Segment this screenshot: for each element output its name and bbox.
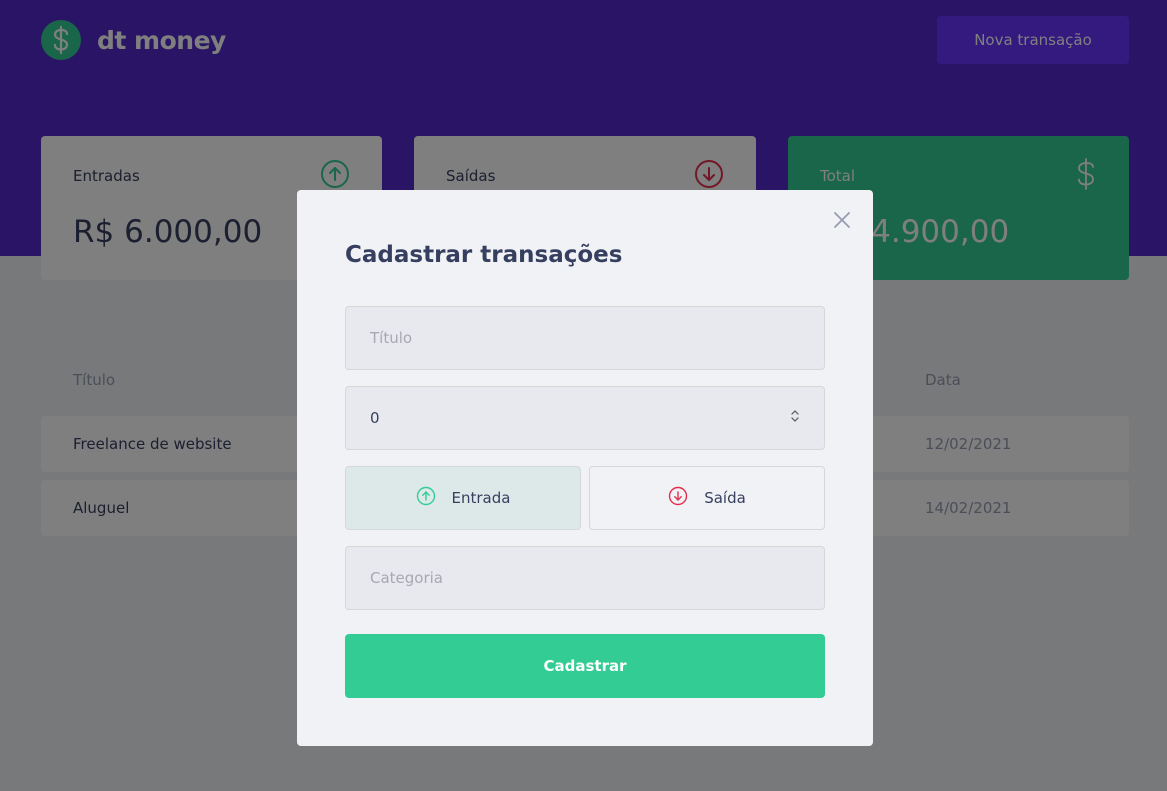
type-income-label: Entrada <box>451 489 511 507</box>
category-input[interactable]: Categoria <box>345 546 825 610</box>
arrow-up-circle-icon <box>416 486 436 510</box>
spinner-icon[interactable] <box>790 409 800 427</box>
type-outcome-button[interactable]: Saída <box>589 466 825 530</box>
arrow-down-circle-icon <box>668 486 688 510</box>
amount-input[interactable]: 0 <box>345 386 825 450</box>
type-income-button[interactable]: Entrada <box>345 466 581 530</box>
title-input[interactable]: Título <box>345 306 825 370</box>
close-button[interactable] <box>829 208 855 234</box>
amount-value: 0 <box>370 409 380 427</box>
title-placeholder: Título <box>370 329 413 347</box>
submit-button[interactable]: Cadastrar <box>345 634 825 698</box>
new-transaction-modal: Cadastrar transações Título 0 Entrada Sa… <box>297 190 873 746</box>
category-placeholder: Categoria <box>370 569 444 587</box>
type-outcome-label: Saída <box>704 489 746 507</box>
modal-title: Cadastrar transações <box>345 242 623 268</box>
close-icon <box>833 211 851 232</box>
